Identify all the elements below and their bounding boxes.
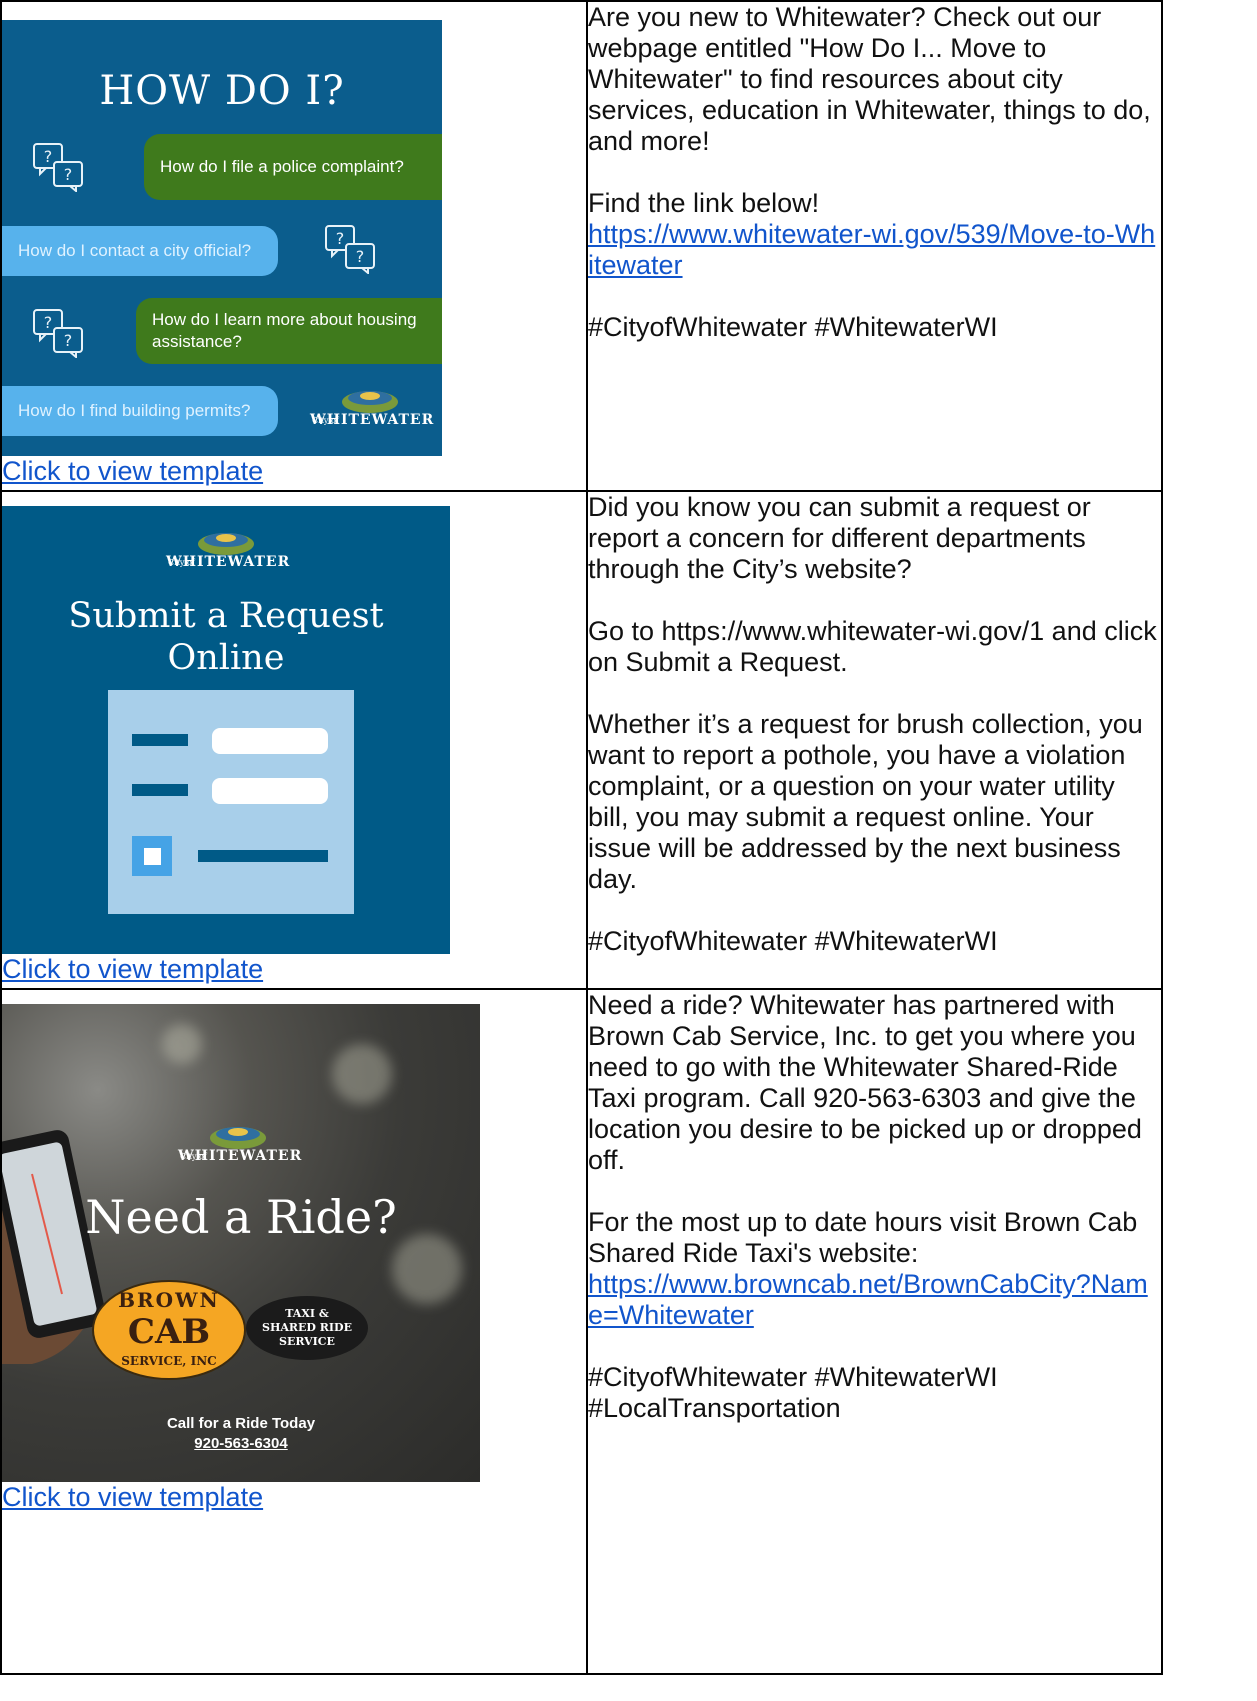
city-logo: City of WHITEWATER bbox=[178, 1124, 301, 1164]
find-link-label: Find the link below! bbox=[588, 188, 820, 218]
caption-cell: Did you know you can submit a request or… bbox=[586, 490, 1163, 990]
image-cell: City of WHITEWATER Need a Ride? BROWN CA… bbox=[0, 988, 588, 1675]
caption-paragraph: Go to https://www.whitewater-wi.gov/1 an… bbox=[588, 616, 1157, 677]
city-logo: City of WHITEWATER bbox=[310, 388, 433, 428]
caption-paragraph: Need a ride? Whitewater has partnered wi… bbox=[588, 990, 1142, 1175]
bubble-building-permits: How do I find building permits? bbox=[2, 386, 278, 436]
caption-paragraph: Did you know you can submit a request or… bbox=[588, 492, 1091, 584]
graphic-heading-line2: Online bbox=[167, 638, 285, 678]
svg-text:?: ? bbox=[44, 313, 53, 332]
graphic-heading: Submit a Request bbox=[68, 596, 384, 636]
image-cell: City of WHITEWATER Submit a Request Onli… bbox=[0, 490, 588, 990]
graphic-title: HOW DO I? bbox=[99, 68, 345, 114]
hashtags-extra: #LocalTransportation bbox=[588, 1393, 841, 1423]
social-posts-table: HOW DO I? ? ? How do I file a police com… bbox=[0, 0, 1163, 1675]
svg-text:?: ? bbox=[336, 229, 345, 248]
graphic-heading: Need a Ride? bbox=[85, 1190, 397, 1244]
svg-text:?: ? bbox=[44, 147, 53, 166]
caption-paragraph: Whether it’s a request for brush collect… bbox=[588, 709, 1143, 894]
question-bubbles-icon: ? ? bbox=[33, 309, 83, 358]
hashtags: #CityofWhitewater #WhitewaterWI bbox=[588, 926, 998, 956]
form-illustration bbox=[108, 690, 354, 914]
caption-paragraph: Are you new to Whitewater? Check out our… bbox=[588, 2, 1151, 156]
submit-request-graphic: City of WHITEWATER Submit a Request Onli… bbox=[2, 506, 450, 954]
move-to-whitewater-link[interactable]: https://www.whitewater-wi.gov/539/Move-t… bbox=[588, 219, 1155, 280]
image-cell: HOW DO I? ? ? How do I file a police com… bbox=[0, 0, 588, 492]
hashtags: #CityofWhitewater #WhitewaterWI bbox=[588, 1362, 998, 1392]
call-for-ride: Call for a Ride Today 920-563-6304 bbox=[2, 1414, 480, 1454]
city-emblem-icon bbox=[198, 533, 254, 555]
hashtags: #CityofWhitewater #WhitewaterWI bbox=[588, 312, 998, 342]
svg-text:?: ? bbox=[356, 247, 365, 266]
city-emblem-icon bbox=[210, 1127, 266, 1149]
view-template-link[interactable]: Click to view template bbox=[2, 456, 586, 487]
bubble-housing-assistance: How do I learn more about housing assist… bbox=[136, 298, 442, 364]
caption-cell: Are you new to Whitewater? Check out our… bbox=[586, 0, 1163, 492]
bubble-contact-official: How do I contact a city official? bbox=[2, 226, 278, 276]
city-logo: City of WHITEWATER bbox=[166, 530, 289, 570]
svg-text:?: ? bbox=[64, 165, 73, 184]
cab-phone-number: 920-563-6304 bbox=[194, 1435, 288, 1452]
brown-cab-link[interactable]: https://www.browncab.net/BrownCabCity?Na… bbox=[588, 1269, 1148, 1330]
caption-cell: Need a ride? Whitewater has partnered wi… bbox=[586, 988, 1163, 1675]
view-template-link[interactable]: Click to view template bbox=[2, 1482, 586, 1513]
hours-text: For the most up to date hours visit Brow… bbox=[588, 1207, 1138, 1268]
checkbox-icon bbox=[132, 836, 172, 876]
svg-text:?: ? bbox=[64, 331, 73, 350]
bubble-police-complaint: How do I file a police complaint? bbox=[144, 134, 442, 200]
question-bubbles-icon: ? ? bbox=[33, 143, 83, 192]
need-a-ride-graphic: City of WHITEWATER Need a Ride? BROWN CA… bbox=[2, 1004, 480, 1482]
how-do-i-graphic: HOW DO I? ? ? How do I file a police com… bbox=[2, 20, 442, 456]
table-row: HOW DO I? ? ? How do I file a police com… bbox=[0, 0, 1163, 492]
city-emblem-icon bbox=[342, 391, 398, 413]
brown-cab-logo: BROWN CAB SERVICE, INC bbox=[92, 1280, 246, 1380]
view-template-link[interactable]: Click to view template bbox=[2, 954, 586, 985]
question-bubbles-icon: ? ? bbox=[325, 225, 375, 274]
table-row: City of WHITEWATER Need a Ride? BROWN CA… bbox=[0, 988, 1163, 1675]
taxi-service-badge: TAXI & SHARED RIDE SERVICE bbox=[246, 1296, 368, 1360]
table-row: City of WHITEWATER Submit a Request Onli… bbox=[0, 490, 1163, 990]
